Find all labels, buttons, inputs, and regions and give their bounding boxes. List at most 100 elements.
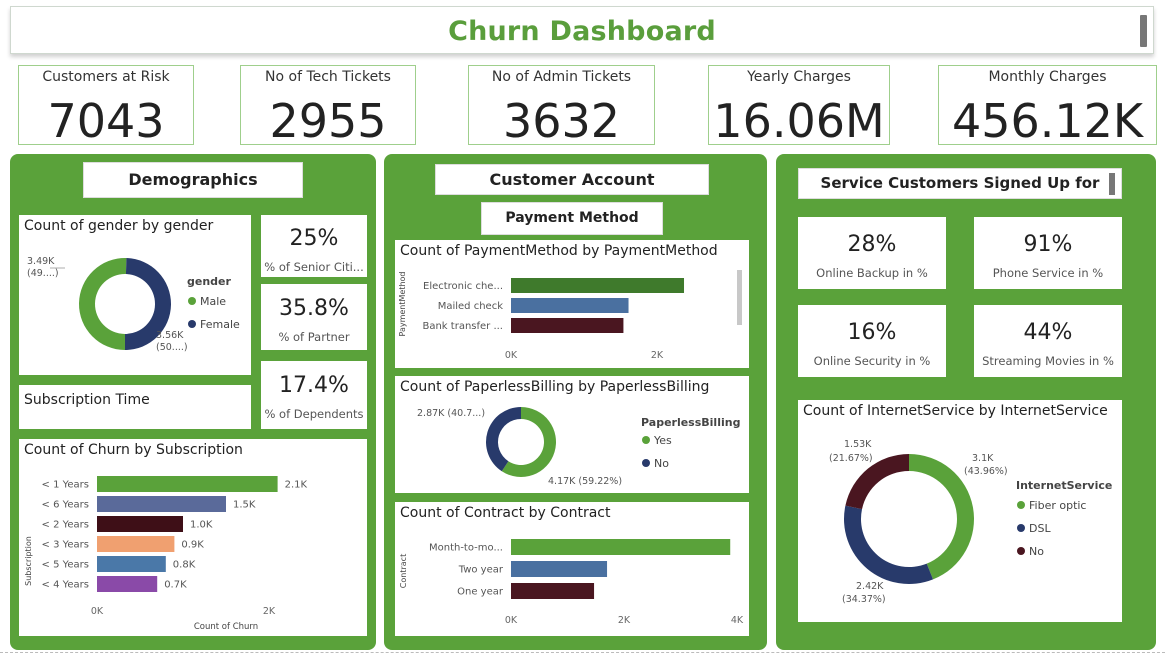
kpi-label: Monthly Charges <box>988 69 1107 85</box>
male-value-label: 3.56K <box>156 330 184 341</box>
legend-dsl-marker <box>1017 524 1025 532</box>
bar-category-label: < 5 Years <box>42 560 89 571</box>
phone-service-value: 91% <box>1023 232 1073 257</box>
bar-category-label: Mailed check <box>438 301 503 312</box>
donut-slice-dsl[interactable] <box>844 505 934 584</box>
services-header-text: Service Customers Signed Up for <box>820 174 1100 192</box>
kpi-value: 7043 <box>47 94 165 148</box>
bar--4-years[interactable] <box>97 576 158 592</box>
legend-fiber-label: Fiber optic <box>1029 499 1086 512</box>
payment-method-card[interactable]: Count of PaymentMethod by PaymentMethod … <box>395 240 749 368</box>
bar-category-label: Electronic che... <box>423 281 503 292</box>
female-value-label: 3.49K <box>27 256 55 267</box>
payment-method-chart: PaymentMethod Electronic che... Mailed ch… <box>398 270 742 361</box>
bar-data-label: 1.5K <box>233 500 256 511</box>
gender-legend-title: gender <box>187 275 232 288</box>
account-header: Customer Account Information <box>435 164 709 218</box>
kpi-tech-tickets: No of Tech Tickets 2955 <box>240 65 416 148</box>
partner-value: 35.8% <box>279 296 349 321</box>
bar-category-label: < 6 Years <box>42 500 89 511</box>
bar-bank-transfer-[interactable] <box>511 318 624 333</box>
payment-method-subheader: Payment Method <box>481 202 663 235</box>
fiber-percent-label: (43.96%) <box>964 466 1008 477</box>
no-percent-label: (21.67%) <box>829 453 873 464</box>
paperless-no-label: 2.87K (40.7...) <box>417 408 485 419</box>
bar-one-year[interactable] <box>511 583 595 599</box>
kpi-admin-tickets: No of Admin Tickets 3632 <box>468 65 655 148</box>
legend-yes-marker <box>642 436 650 444</box>
legend-no-marker <box>1017 547 1025 555</box>
bar-data-label: 1.0K <box>190 520 213 531</box>
bar-data-label: 0.8K <box>173 560 196 571</box>
kpi-value: 16.06M <box>713 94 885 148</box>
legend-female-label: Female <box>200 318 240 331</box>
streaming-movies-label: Streaming Movies in % <box>982 354 1114 368</box>
title-scrollbar[interactable] <box>1140 15 1147 47</box>
slicer-label: Subscription Time <box>24 392 150 408</box>
male-percent-label: (50....) <box>156 342 188 353</box>
churn-x-axis-title: Count of Churn <box>194 622 258 632</box>
bar-month-to-mo-[interactable] <box>511 539 731 555</box>
phone-service-card: 91% Phone Service in % <box>974 217 1122 289</box>
kpi-label: No of Admin Tickets <box>491 69 632 85</box>
dependents-card: 17.4% % of Dependents <box>261 361 367 429</box>
bar-electronic-che-[interactable] <box>511 278 685 293</box>
bar--3-years[interactable] <box>97 536 175 552</box>
partner-card: 35.8% % of Partner <box>261 284 367 350</box>
services-header-scrollbar[interactable] <box>1109 173 1115 195</box>
kpi-monthly-charges: Monthly Charges 456.12K <box>938 65 1157 148</box>
payment-y-axis-title: PaymentMethod <box>398 271 407 336</box>
kpi-value: 2955 <box>269 94 387 148</box>
bar-two-year[interactable] <box>511 561 608 577</box>
senior-citizen-card: 25% % of Senior Citi... <box>261 215 367 277</box>
payment-chart-scrollbar[interactable] <box>737 270 742 325</box>
kpi-yearly-charges: Yearly Charges 16.06M <box>708 65 890 148</box>
internet-service-chart: 3.1K (43.96%) 1.53K (21.67%) 2.42K (34.3… <box>829 439 1112 605</box>
legend-male-label: Male <box>200 295 226 308</box>
bar-category-label: Month-to-mo... <box>429 543 503 554</box>
online-backup-value: 28% <box>847 232 897 257</box>
senior-citizen-value: 25% <box>289 226 339 251</box>
kpi-value: 456.12K <box>951 94 1144 148</box>
churn-subscription-chart: Subscription < 1 Years 2.1K < 6 Years 1.5K <… <box>24 476 308 632</box>
bar--5-years[interactable] <box>97 556 166 572</box>
paperless-billing-card[interactable]: Count of PaperlessBilling by PaperlessBi… <box>395 376 749 493</box>
gender-donut-card[interactable]: Count of gender by gender 3.49K (49....)… <box>19 215 251 375</box>
contract-tick-0: 0K <box>505 615 518 626</box>
bar-category-label: Two year <box>458 565 504 576</box>
churn-tick-1: 2K <box>263 606 276 617</box>
bar-category-label: < 1 Years <box>42 480 89 491</box>
churn-y-axis-title: Subscription <box>24 536 33 586</box>
paperless-donut-slices <box>486 407 556 477</box>
bar--1-years[interactable] <box>97 476 278 492</box>
paperless-legend-title: PaperlessBilling <box>641 416 740 429</box>
legend-male-marker <box>188 297 196 305</box>
contract-card[interactable]: Count of Contract by Contract Contract M… <box>395 502 749 636</box>
churn-subscription-card[interactable]: Count of Churn by Subscription Subscript… <box>19 439 367 636</box>
senior-citizen-label: % of Senior Citi... <box>264 260 364 274</box>
demographics-header: Demographics <box>83 162 303 198</box>
online-security-value: 16% <box>847 320 897 345</box>
payment-tick-1: 2K <box>651 350 664 361</box>
kpi-label: Yearly Charges <box>747 69 851 85</box>
bar-category-label: < 2 Years <box>42 520 89 531</box>
contract-tick-2: 4K <box>731 615 744 626</box>
female-percent-label: (49....) <box>27 268 59 279</box>
legend-dsl-label: DSL <box>1029 522 1051 535</box>
donut-slice-no[interactable] <box>486 407 521 472</box>
bar-data-label: 2.1K <box>285 480 308 491</box>
internet-service-card[interactable]: Count of InternetService by InternetServ… <box>798 400 1122 622</box>
kpi-label: Customers at Risk <box>42 69 170 85</box>
contract-tick-1: 2K <box>618 615 631 626</box>
legend-no-label: No <box>1029 545 1044 558</box>
bar-mailed-check[interactable] <box>511 298 629 313</box>
subscription-time-slicer[interactable]: Subscription Time <box>19 385 251 429</box>
bar--6-years[interactable] <box>97 496 226 512</box>
internet-donut-slices <box>844 454 974 584</box>
bar-category-label: One year <box>457 587 504 598</box>
bar-category-label: < 3 Years <box>42 540 89 551</box>
services-header: Service Customers Signed Up for <box>798 168 1122 199</box>
bar-data-label: 0.7K <box>164 580 187 591</box>
bar--2-years[interactable] <box>97 516 183 532</box>
donut-slice-male[interactable] <box>79 258 127 350</box>
